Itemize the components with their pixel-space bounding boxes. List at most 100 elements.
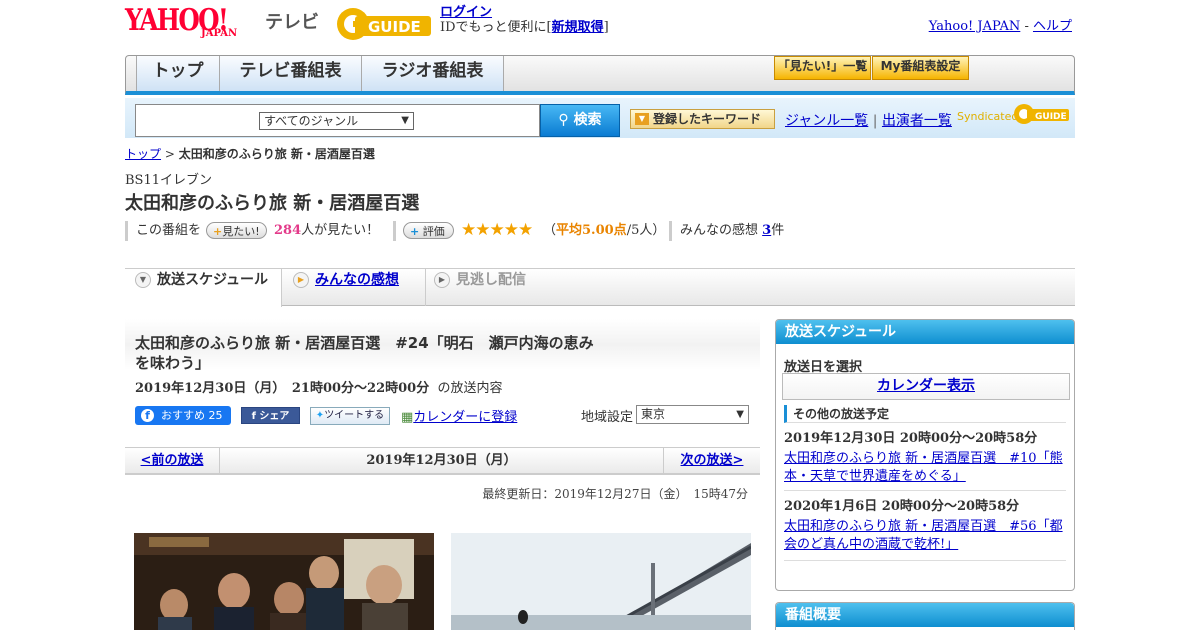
calendar-display-link[interactable]: カレンダー表示 — [877, 378, 975, 394]
chevron-down-icon: ▼ — [135, 272, 151, 288]
other-broadcast-item: 2020年1月6日 20時00分～20時58分 太田和彦のふらり旅 新・居酒屋百… — [784, 498, 1066, 554]
search-button[interactable]: ⚲ 検索 — [540, 104, 620, 137]
tab-broadcast-schedule-label: 放送スケジュール — [157, 272, 269, 288]
dropdown-arrow-icon: ▼ — [635, 113, 649, 125]
rating-button[interactable]: + 評価 — [403, 222, 454, 239]
search-button-label: 検索 — [573, 112, 602, 128]
login-prompt: IDでもっと便利に[ — [440, 20, 552, 35]
other-broadcast-link[interactable]: 太田和彦のふらり旅 新・居酒屋百選 #56「都会のど真ん中の酒蔵で乾杯!」 — [784, 519, 1063, 552]
login-link[interactable]: ログイン — [440, 5, 492, 20]
episode-datetime: 2019年12月30日（月） 21時00分～22時00分 — [135, 381, 430, 396]
overview-sidebar: 番組概要 — [775, 602, 1075, 630]
facebook-share-label: シェア — [259, 411, 290, 422]
meta-divider — [669, 221, 672, 241]
meta-divider — [393, 221, 396, 241]
breadcrumb-current: 太田和彦のふらり旅 新・居酒屋百選 — [178, 147, 375, 161]
want-button-label: 見たい! — [222, 225, 260, 238]
tweet-button[interactable]: ✦ツイートする — [310, 407, 390, 425]
schedule-sidebar: 放送スケジュール 放送日を選択 カレンダー表示 その他の放送予定 2019年12… — [775, 319, 1075, 591]
yahoo-japan-link[interactable]: Yahoo! JAPAN — [929, 19, 1021, 34]
calendar-register[interactable]: ▦カレンダーに登録 — [401, 406, 517, 425]
episode-content-label: の放送内容 — [437, 381, 503, 396]
other-broadcast-item: 2019年12月30日 20時00分～20時58分 太田和彦のふらり旅 新・居酒… — [784, 430, 1066, 486]
divider — [784, 560, 1066, 561]
bridge-scene — [451, 533, 751, 630]
broadcast-pager: <前の放送 2019年12月30日（月） 次の放送> — [125, 447, 760, 475]
other-broadcast-link[interactable]: 太田和彦のふらり旅 新・居酒屋百選 #10「熊本・天草で世界遺産をめぐる」 — [784, 451, 1063, 484]
register-link[interactable]: 新規取得 — [552, 20, 604, 35]
want-button[interactable]: +見たい! — [206, 222, 267, 239]
yahoo-logo-japan: JAPAN — [201, 28, 238, 39]
genre-select-value: すべてのジャンル — [264, 114, 359, 128]
episode-datetime-line: 2019年12月30日（月） 21時00分～22時00分 の放送内容 — [135, 377, 503, 396]
program-title: 太田和彦のふらり旅 新・居酒屋百選 — [125, 193, 420, 214]
genre-list-link[interactable]: ジャンル一覧 — [785, 113, 868, 129]
facebook-recommend-label: おすすめ — [161, 409, 205, 422]
want-text: この番組を — [136, 223, 202, 238]
sidebar-schedule-header: 放送スケジュール — [776, 320, 1074, 344]
select-arrow-icon: ▼ — [736, 409, 744, 420]
tab-tv-schedule[interactable]: テレビ番組表 — [220, 56, 362, 91]
tab-reviews[interactable]: ▶ みんなの感想 — [293, 269, 399, 306]
region-select-value: 東京 — [641, 407, 666, 421]
reviews-count-link[interactable]: 3 — [762, 223, 771, 238]
social-bar: f おすすめ 25 f シェア ✦ツイートする ▦カレンダーに登録 地域設定 東… — [135, 405, 755, 425]
login-area: ログイン IDでもっと便利に[新規取得] — [440, 5, 609, 35]
tab-reviews-label: みんなの感想 — [315, 272, 399, 288]
help-link[interactable]: ヘルプ — [1033, 19, 1072, 34]
search-link-divider: | — [872, 113, 878, 129]
meta-divider — [125, 221, 128, 241]
calendar-display-button[interactable]: カレンダー表示 — [782, 373, 1070, 400]
search-links: ジャンル一覧 | 出演者一覧 — [785, 110, 952, 130]
last-updated: 最終更新日：2019年12月27日（金） 15時47分 — [482, 487, 748, 501]
program-subtabs: ▼ 放送スケジュール ▶ みんなの感想 ▶ 見逃し配信 — [125, 268, 1075, 307]
rating-average: （平均5.00点/5人） — [543, 220, 665, 242]
reviews-summary: みんなの感想 3件 — [680, 220, 784, 242]
genre-select[interactable]: すべてのジャンル ▼ — [259, 112, 414, 130]
tweet-label: ツイートする — [324, 410, 385, 421]
izakaya-scene — [134, 533, 434, 630]
twitter-bird-icon: ✦ — [315, 410, 325, 421]
site-header: YAHOO! JAPAN テレビ GUIDE ログイン IDでもっと便利に[新規… — [125, 4, 625, 48]
prev-broadcast-link[interactable]: <前の放送 — [125, 448, 220, 474]
region-label: 地域設定 — [581, 410, 634, 425]
facebook-share-button[interactable]: f シェア — [241, 407, 300, 424]
star-rating: ★★★★★ — [461, 220, 533, 240]
header-links: Yahoo! JAPAN - ヘルプ — [929, 15, 1072, 34]
syndicated-label: Syndicated — [957, 110, 1019, 123]
select-arrow-icon: ▼ — [401, 115, 409, 126]
breadcrumb: トップ > 太田和彦のふらり旅 新・居酒屋百選 — [125, 145, 375, 162]
want-count: 284 — [274, 223, 302, 238]
program-meta: この番組を +見たい! 284人が見たい！ + 評価 ★★★★★ （平均5.00… — [125, 220, 825, 242]
channel-name: BS11イレブン — [125, 173, 213, 188]
registered-keyword-button[interactable]: ▼ 登録したキーワード — [630, 109, 775, 129]
calendar-register-link[interactable]: カレンダーに登録 — [413, 410, 517, 425]
plus-icon: + — [410, 225, 420, 238]
tab-broadcast-schedule[interactable]: ▼ 放送スケジュール — [125, 269, 282, 307]
want-list-button[interactable]: 「見たい!」一覧 — [774, 56, 871, 80]
divider — [784, 490, 1066, 491]
episode-title: 太田和彦のふらり旅 新・居酒屋百選 #24「明石 瀬戸内海の恵みを味わう」 — [135, 334, 594, 372]
my-schedule-button[interactable]: My番組表設定 — [872, 56, 969, 80]
breadcrumb-top[interactable]: トップ — [125, 147, 161, 161]
performer-list-link[interactable]: 出演者一覧 — [882, 113, 952, 129]
gguide-logo[interactable]: GUIDE — [335, 6, 431, 42]
reviews-label: みんなの感想 — [680, 223, 759, 238]
syndicated-gguide-logo: GUIDE — [1014, 104, 1069, 124]
want-count-wrap: 284人が見たい！ — [274, 220, 379, 242]
region-select[interactable]: 東京 ▼ — [636, 405, 749, 424]
search-icon: ⚲ — [558, 112, 569, 128]
tab-radio-schedule[interactable]: ラジオ番組表 — [362, 56, 504, 91]
tv-logo[interactable]: テレビ — [265, 8, 319, 34]
play-icon: ▶ — [434, 272, 450, 288]
other-broadcasts-header: その他の放送予定 — [784, 405, 1066, 423]
facebook-recommend-button[interactable]: f おすすめ 25 — [135, 406, 231, 425]
registered-keyword-label: 登録したキーワード — [653, 112, 762, 126]
facebook-icon: f — [141, 409, 154, 422]
rating-button-label: 評価 — [422, 225, 445, 238]
episode-photo-izakaya — [134, 533, 434, 630]
tab-top[interactable]: トップ — [136, 56, 220, 91]
play-icon: ▶ — [293, 272, 309, 288]
tab-streaming: ▶ 見逃し配信 — [425, 269, 526, 306]
next-broadcast-link[interactable]: 次の放送> — [663, 448, 760, 474]
